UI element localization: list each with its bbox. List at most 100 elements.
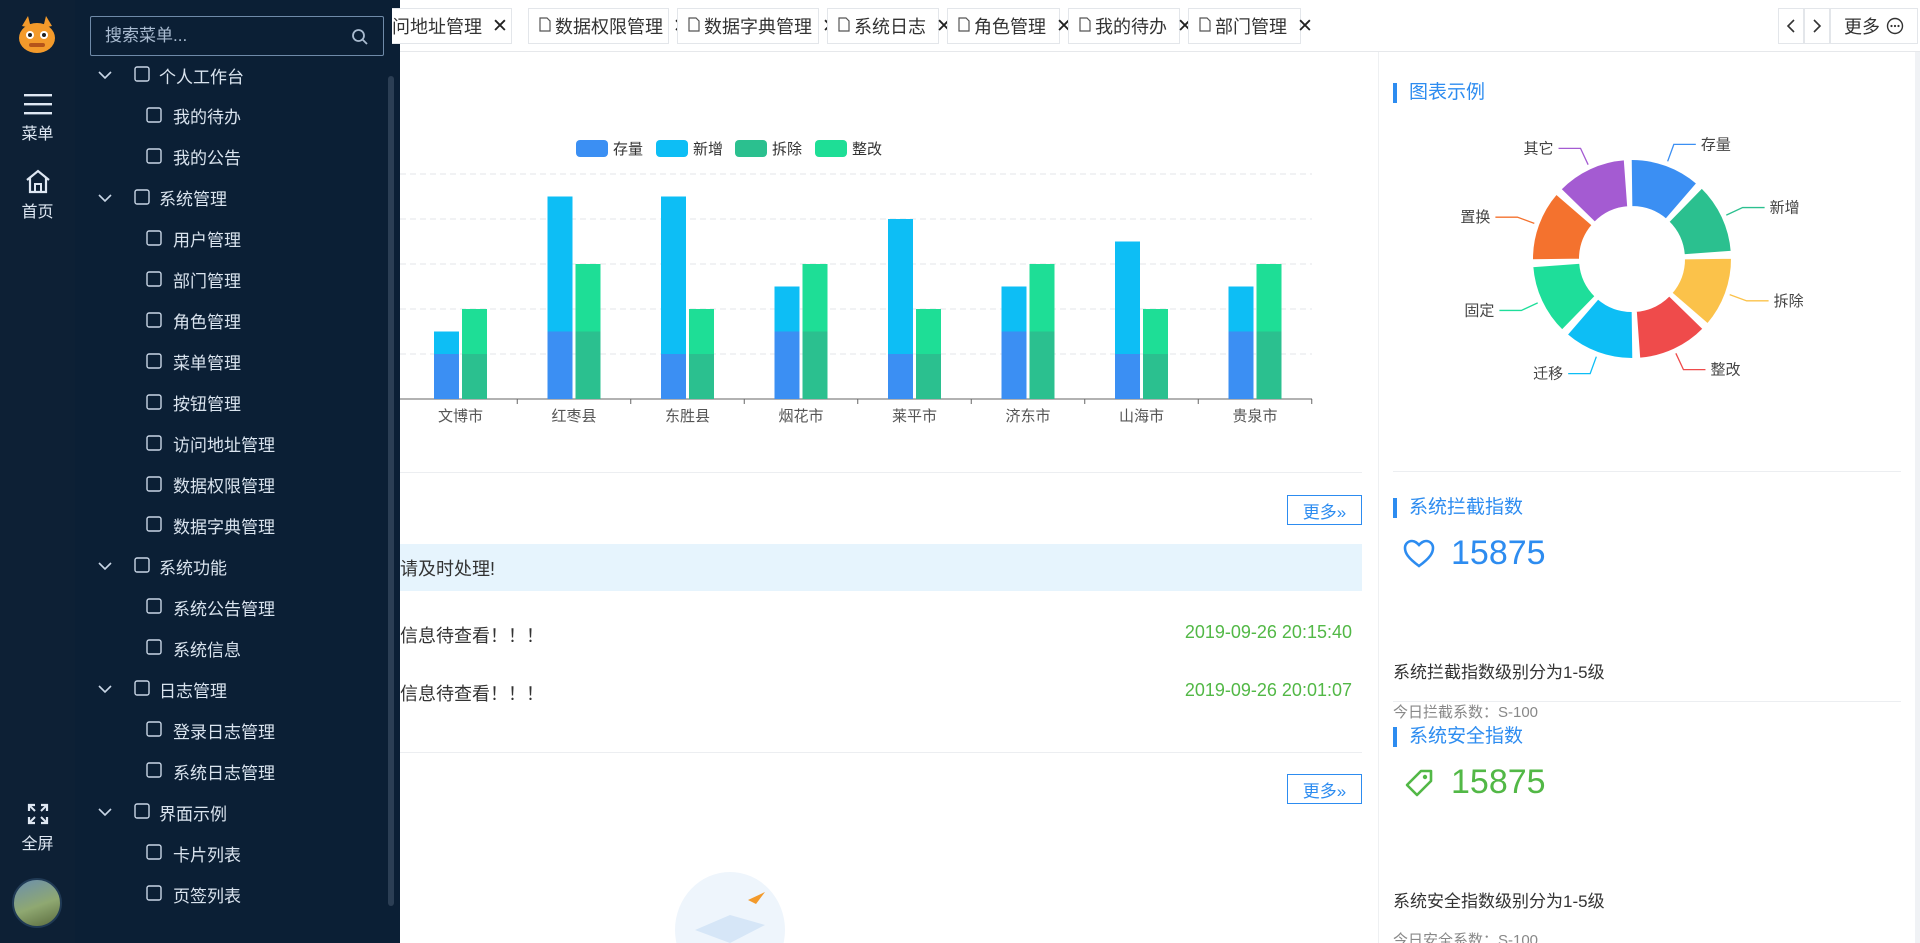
sidebar-item[interactable]: 界面示例 <box>75 795 227 829</box>
bar[interactable] <box>916 309 941 354</box>
menu-search-box <box>90 16 384 56</box>
sidebar-item[interactable]: 访问地址管理 <box>75 427 275 461</box>
tab-label: 问地址管理 <box>392 17 482 37</box>
bar[interactable] <box>661 354 686 399</box>
bar[interactable] <box>1115 354 1140 399</box>
bar[interactable] <box>1001 286 1027 332</box>
sidebar-item[interactable]: 系统公告管理 <box>75 590 275 624</box>
legend-swatch[interactable] <box>815 140 847 157</box>
legend-swatch[interactable] <box>656 140 688 157</box>
tab[interactable]: 角色管理 ✕ <box>947 8 1072 44</box>
sidebar-item[interactable]: 用户管理 <box>75 222 241 256</box>
sidebar-item[interactable]: 系统功能 <box>75 549 227 583</box>
bar[interactable] <box>462 354 487 399</box>
sidebar-item[interactable]: 数据权限管理 <box>75 468 275 502</box>
sidebar-item-label: 个人工作台 <box>159 67 244 87</box>
search-icon[interactable] <box>351 28 369 51</box>
sidebar-item[interactable]: 我的公告 <box>75 140 241 174</box>
bar[interactable] <box>575 331 601 400</box>
tab-prev-button[interactable] <box>1778 8 1804 44</box>
sidebar-item[interactable]: 系统日志管理 <box>75 754 275 788</box>
sidebar-item[interactable]: 菜单管理 <box>75 345 241 379</box>
bar[interactable] <box>888 219 913 354</box>
bar[interactable] <box>434 354 459 399</box>
bar[interactable] <box>547 331 573 400</box>
bar[interactable] <box>689 354 714 399</box>
bar[interactable] <box>774 331 800 400</box>
sidebar-item[interactable]: 角色管理 <box>75 304 241 338</box>
bar[interactable] <box>774 286 800 332</box>
legend-swatch[interactable] <box>735 140 767 157</box>
sidebar-item[interactable]: 页签列表 <box>75 877 241 911</box>
x-tick-label: 莱平市 <box>892 408 937 425</box>
sidebar-item-label: 我的待办 <box>173 108 241 128</box>
bar[interactable] <box>1143 309 1168 354</box>
bar[interactable] <box>1256 331 1282 400</box>
sidebar-item[interactable]: 卡片列表 <box>75 836 241 870</box>
safety-number: 15875 <box>1451 763 1546 801</box>
bar[interactable] <box>661 196 686 355</box>
todo-more-label: 更多» <box>1302 502 1347 522</box>
legend-label: 整改 <box>852 141 882 158</box>
tab-next-button[interactable] <box>1804 8 1830 44</box>
menu-toggle-button[interactable]: 菜单 <box>0 92 75 144</box>
sidebar-item[interactable]: 日志管理 <box>75 672 227 706</box>
bar[interactable] <box>802 331 828 400</box>
sidebar-scrollbar[interactable] <box>388 76 394 906</box>
close-icon[interactable]: ✕ <box>492 15 508 38</box>
bar[interactable] <box>434 331 459 355</box>
notice-more-button[interactable]: 更多» <box>1287 774 1362 804</box>
menu-search-input[interactable] <box>91 17 341 55</box>
pie-label-line <box>1729 294 1769 302</box>
sidebar-item[interactable]: 部门管理 <box>75 263 241 297</box>
document-icon <box>539 16 551 37</box>
safety-value: 15875 <box>1403 763 1546 802</box>
sidebar-item[interactable]: 我的待办 <box>75 99 241 133</box>
bar[interactable] <box>916 354 941 399</box>
todo-row[interactable]: 信息待查看！！！ 2019-09-26 20:15:40 <box>400 622 1362 652</box>
avatar[interactable] <box>12 878 62 928</box>
tab-more-button[interactable]: 更多 <box>1830 8 1918 44</box>
sidebar-item[interactable]: 数据字典管理 <box>75 508 275 542</box>
todo-more-button[interactable]: 更多» <box>1287 495 1362 525</box>
legend-swatch[interactable] <box>576 140 608 157</box>
close-icon[interactable]: ✕ <box>1297 15 1313 38</box>
tab[interactable]: 数据字典管理✕ <box>677 8 838 44</box>
home-button[interactable]: 首页 <box>0 168 75 222</box>
bar[interactable] <box>802 264 828 332</box>
tab[interactable]: 系统日志 ✕ <box>827 8 952 44</box>
tab[interactable]: 部门管理 ✕ <box>1188 8 1313 44</box>
bar[interactable] <box>1115 241 1140 355</box>
tab[interactable]: 问地址管理 ✕ <box>392 8 512 44</box>
sidebar-item-label: 卡片列表 <box>173 845 241 865</box>
todo-row[interactable]: 信息待查看！！！ 2019-09-26 20:01:07 <box>400 680 1362 710</box>
sidebar-item-label: 系统功能 <box>159 558 227 578</box>
fullscreen-button[interactable]: 全屏 <box>0 802 75 854</box>
sidebar-menu: 个人工作台我的待办我的公告系统管理用户管理部门管理角色管理菜单管理按钮管理访问地… <box>75 0 400 943</box>
bar[interactable] <box>1029 331 1055 400</box>
bar[interactable] <box>1001 331 1027 400</box>
bar[interactable] <box>547 196 573 332</box>
x-tick-label: 贵泉市 <box>1232 408 1277 425</box>
tab-label: 角色管理 <box>974 17 1046 37</box>
bar[interactable] <box>1256 264 1282 332</box>
bar[interactable] <box>1228 331 1254 400</box>
sidebar-item[interactable]: 系统管理 <box>75 181 227 215</box>
sidebar-item[interactable]: 按钮管理 <box>75 386 241 420</box>
bar[interactable] <box>1029 264 1055 332</box>
link-icon <box>145 434 165 454</box>
bar[interactable] <box>1143 354 1168 399</box>
bar[interactable] <box>462 309 487 354</box>
bar[interactable] <box>888 354 913 399</box>
sidebar-item[interactable]: 系统信息 <box>75 631 241 665</box>
settings-screen-icon <box>133 188 153 208</box>
sidebar-item-label: 部门管理 <box>173 272 241 292</box>
bar[interactable] <box>575 264 601 332</box>
intercept-desc: 系统拦截指数级别分为1-5级 <box>1393 663 1605 682</box>
bar[interactable] <box>689 309 714 354</box>
tab[interactable]: 数据权限管理✕ <box>528 8 689 44</box>
bar[interactable] <box>1228 286 1254 332</box>
tab[interactable]: 我的待办 ✕ <box>1068 8 1193 44</box>
sidebar-item[interactable]: 登录日志管理 <box>75 713 275 747</box>
sidebar-item[interactable]: 个人工作台 <box>75 58 244 92</box>
